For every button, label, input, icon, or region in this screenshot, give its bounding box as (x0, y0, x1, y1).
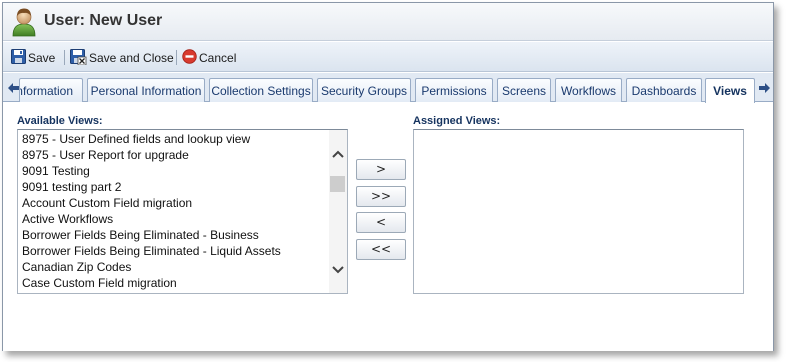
list-item[interactable]: Borrower Fields Being Eliminated - Liqui… (18, 243, 329, 259)
user-avatar-icon (11, 7, 37, 37)
title-bar: User: New User (3, 3, 773, 41)
add-view-button[interactable]: > (356, 159, 406, 180)
list-item[interactable]: 8975 - User Defined fields and lookup vi… (18, 131, 329, 147)
toolbar-divider (176, 50, 177, 65)
tab-scroll-right[interactable] (756, 78, 772, 100)
remove-all-views-button[interactable]: << (356, 239, 406, 260)
list-item[interactable]: Case Custom Field migration (18, 275, 329, 291)
available-views-items: 8975 - User Defined fields and lookup vi… (18, 131, 329, 293)
window-title: User: New User (44, 12, 163, 29)
remove-view-button[interactable]: < (356, 212, 406, 233)
scroll-thumb[interactable] (330, 176, 345, 192)
available-views-list[interactable]: 8975 - User Defined fields and lookup vi… (17, 129, 348, 294)
save-close-icon (70, 48, 89, 68)
list-item[interactable]: 8975 - User Report for upgrade (18, 147, 329, 163)
tab-workflows[interactable]: Workflows (555, 78, 622, 102)
scroll-up-button[interactable] (331, 147, 345, 161)
arrow-left-icon (7, 82, 19, 96)
chevron-up-icon (332, 147, 344, 161)
user-editor-window: User: New User Save Save and Close Cance… (2, 2, 774, 351)
add-all-views-button[interactable]: >> (356, 186, 406, 207)
assigned-views-list[interactable] (413, 129, 744, 294)
list-item[interactable]: Canadian Zip Codes (18, 259, 329, 275)
list-item[interactable]: Borrower Fields Being Eliminated - Busin… (18, 227, 329, 243)
list-item[interactable]: Account Custom Field migration (18, 195, 329, 211)
tab-screens[interactable]: Screens (497, 78, 551, 102)
tab-views[interactable]: Views (705, 78, 755, 103)
toolbar-divider (64, 50, 65, 65)
tab-strip: nformation Personal Information Collecti… (3, 73, 773, 103)
cancel-icon (182, 49, 199, 67)
assigned-views-items (414, 131, 743, 293)
floppy-disk-icon (11, 49, 28, 67)
tab-permissions[interactable]: Permissions (415, 78, 493, 102)
assigned-views-label: Assigned Views: (413, 115, 501, 127)
tab-collection-settings[interactable]: Collection Settings (209, 78, 313, 102)
views-tab-panel: Available Views: Assigned Views: 8975 - … (3, 103, 773, 351)
list-item[interactable]: 9091 testing part 2 (18, 179, 329, 195)
save-button[interactable]: Save (11, 49, 55, 67)
scroll-down-button[interactable] (331, 263, 345, 277)
save-label: Save (28, 51, 56, 65)
save-and-close-button[interactable]: Save and Close (70, 48, 174, 68)
chevron-down-icon (332, 263, 344, 277)
tab-security-groups[interactable]: Security Groups (317, 78, 411, 102)
tab-information[interactable]: nformation (19, 78, 83, 102)
tab-personal-information[interactable]: Personal Information (87, 78, 205, 102)
arrow-right-icon (758, 82, 770, 96)
available-views-scrollbar[interactable] (329, 130, 347, 293)
list-item[interactable]: Active Workflows (18, 211, 329, 227)
toolbar: Save Save and Close Cancel (3, 42, 773, 72)
available-views-label: Available Views: (17, 115, 103, 127)
list-item[interactable]: 9091 Testing (18, 163, 329, 179)
cancel-button[interactable]: Cancel (182, 49, 236, 67)
tab-dashboards[interactable]: Dashboards (626, 78, 702, 102)
save-and-close-label: Save and Close (89, 51, 174, 65)
cancel-label: Cancel (199, 51, 237, 65)
